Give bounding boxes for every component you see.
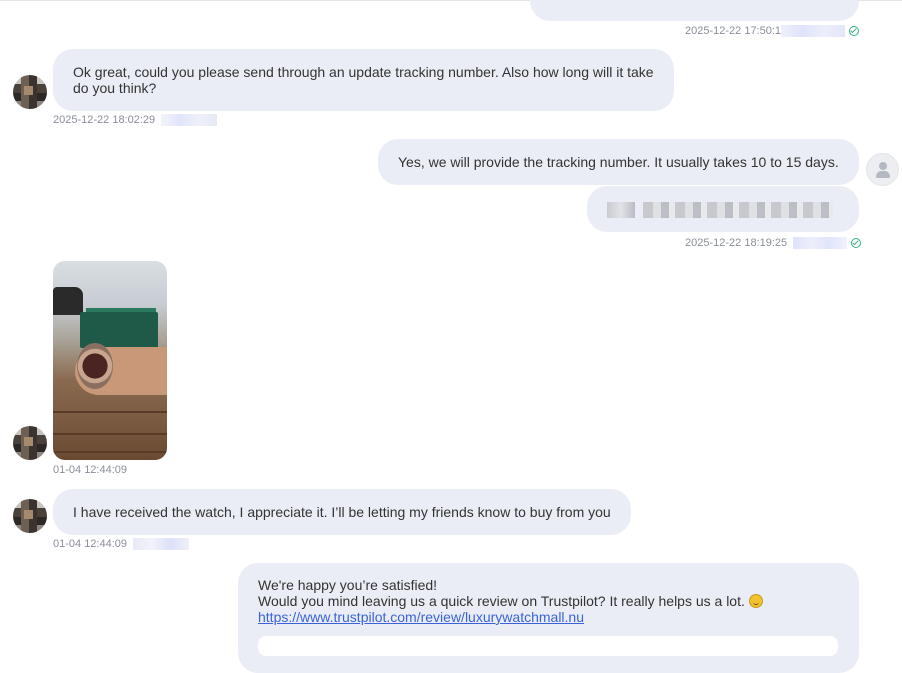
customer-avatar[interactable]	[13, 75, 47, 109]
timestamp: 2025-12-22 18:02:29	[53, 114, 156, 126]
photo-detail	[53, 411, 167, 413]
photo-detail	[53, 451, 167, 453]
photo-detail	[77, 343, 113, 389]
timestamp: 01-04 12:44:09	[53, 538, 128, 550]
redacted-block	[781, 25, 846, 38]
link-preview-card[interactable]	[258, 636, 838, 656]
customer-avatar[interactable]	[13, 499, 47, 533]
message-meta: 01-04 12:44:09	[53, 464, 127, 477]
photo-detail	[53, 287, 83, 315]
user-icon[interactable]	[866, 153, 899, 186]
redacted-block	[642, 202, 833, 219]
message-meta: 2025-12-22 18:02:29	[53, 114, 218, 127]
timestamp: 01-04 12:44:09	[53, 464, 128, 476]
check-circle-icon	[849, 26, 860, 37]
outgoing-message-bubble: Yes, we will provide the tracking number…	[378, 139, 859, 185]
message-text: Would you mind leaving us a quick review…	[258, 593, 745, 609]
customer-avatar[interactable]	[13, 426, 47, 460]
redacted-outgoing-bubble	[587, 186, 859, 232]
smiling-face-icon	[748, 594, 763, 608]
incoming-message-bubble: I have received the watch, I appreciate …	[53, 489, 631, 535]
watch-photo-attachment[interactable]	[53, 261, 167, 460]
check-circle-icon	[851, 238, 862, 249]
prev-outgoing-bubble	[530, 0, 859, 21]
outgoing-message-bubble: We're happy you’re satisfied! Would you …	[238, 563, 859, 673]
message-meta: 2025-12-22 17:50:1	[685, 25, 860, 38]
avatar-body	[876, 171, 890, 178]
message-text: Ok great, could you please send through …	[73, 64, 654, 96]
message-meta: 01-04 12:44:09	[53, 538, 190, 551]
redacted-block	[133, 538, 190, 551]
message-line: We're happy you’re satisfied!	[258, 577, 438, 593]
timestamp: 2025-12-22 17:50:1	[685, 25, 782, 37]
message-text: Yes, we will provide the tracking number…	[398, 154, 839, 170]
redacted-block	[793, 237, 848, 250]
message-text: I have received the watch, I appreciate …	[73, 504, 611, 520]
redacted-block	[161, 114, 218, 127]
message-line-with-emoji: Would you mind leaving us a quick review…	[258, 593, 839, 609]
timestamp: 2025-12-22 18:19:25	[685, 237, 788, 249]
incoming-message-bubble: Ok great, could you please send through …	[53, 49, 674, 111]
photo-detail	[53, 433, 167, 435]
avatar-head	[879, 162, 887, 170]
trustpilot-review-link[interactable]: https://www.trustpilot.com/review/luxury…	[258, 609, 584, 625]
message-meta: 2025-12-22 18:19:25	[685, 237, 862, 250]
redacted-block	[607, 202, 635, 219]
